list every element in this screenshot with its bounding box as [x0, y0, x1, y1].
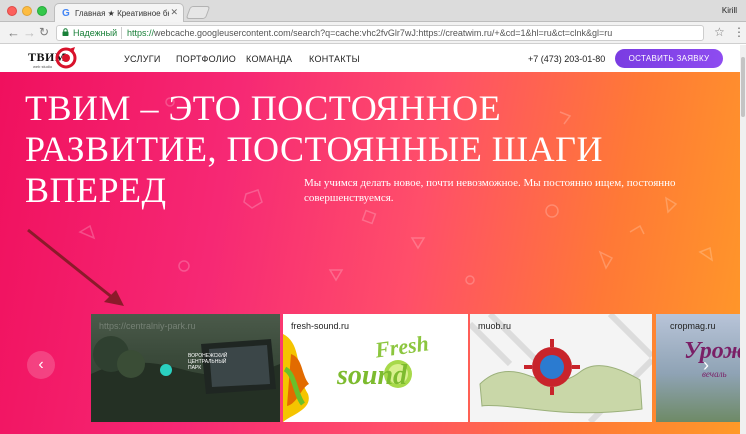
close-window-icon[interactable]: [7, 6, 17, 16]
back-icon[interactable]: ←: [7, 25, 20, 40]
nav-contacts[interactable]: КОНТАКТЫ: [309, 54, 360, 64]
chevron-left-icon: ‹: [38, 356, 44, 373]
phone-number[interactable]: +7 (473) 203-01-80: [528, 54, 605, 64]
close-tab-icon[interactable]: ✕: [170, 7, 178, 18]
nav-team[interactable]: КОМАНДА: [246, 54, 292, 64]
secure-label: Надежный: [73, 28, 118, 38]
google-favicon-icon: G: [62, 8, 70, 19]
browser-tab-bar: G Главная ★ Креативное бюро ✕ Kirill: [0, 0, 746, 23]
slide-url: fresh-sound.ru: [291, 321, 350, 331]
hero-subtitle: Мы учимся делать новое, почти невозможно…: [304, 177, 676, 204]
logo-circle-icon[interactable]: [55, 47, 77, 69]
nav-portfolio[interactable]: ПОРТФОЛИО: [176, 54, 236, 64]
url-rest: webcache.googleusercontent.com/search?q=…: [154, 28, 613, 38]
logo-subtitle: web studio: [33, 64, 53, 69]
url-divider: [121, 27, 122, 39]
portfolio-slide-park[interactable]: https://centralniy-park.ru ВОРОНЕЖСКИЙ Ц…: [91, 314, 280, 422]
browser-tab[interactable]: G Главная ★ Креативное бюро ✕: [54, 3, 184, 23]
slider-next-button[interactable]: ›: [697, 352, 715, 378]
maximize-window-icon[interactable]: [37, 6, 47, 16]
chevron-right-icon: ›: [703, 355, 709, 375]
forward-icon[interactable]: →: [23, 25, 36, 40]
annotation-arrow-icon: [27, 228, 124, 306]
url-text[interactable]: https://webcache.googleusercontent.com/s…: [127, 28, 697, 38]
profile-name[interactable]: Kirill: [722, 6, 737, 15]
hero-title-line: ТВИМ – ЭТО ПОСТОЯННОЕ: [25, 88, 502, 128]
request-button[interactable]: ОСТАВИТЬ ЗАЯВКУ: [615, 49, 723, 68]
nav-services[interactable]: УСЛУГИ: [124, 54, 161, 64]
new-tab-button[interactable]: [185, 6, 211, 19]
url-scheme: https://: [127, 28, 155, 38]
page-scrollbar[interactable]: [740, 45, 746, 434]
hero-title-line: РАЗВИТИЕ, ПОСТОЯННЫЕ ШАГИ: [25, 129, 603, 169]
bookmark-star-icon[interactable]: ☆: [714, 25, 725, 39]
minimize-window-icon[interactable]: [22, 6, 32, 16]
scrollbar-thumb[interactable]: [741, 57, 745, 117]
more-menu-icon[interactable]: ⋮: [733, 26, 745, 38]
lock-icon: [62, 28, 69, 36]
slide-url: muob.ru: [478, 321, 512, 331]
portfolio-slide-fresh-sound[interactable]: fresh-sound.ru Fresh sound: [283, 314, 468, 422]
slide-url: https://centralniy-park.ru: [99, 321, 196, 331]
fresh-sound-logo-bottom: sound: [337, 360, 408, 391]
browser-toolbar: ← → ↻ Надежный https://webcache.googleus…: [0, 22, 746, 44]
portfolio-slide-muob[interactable]: muob.ru: [470, 314, 652, 422]
tab-title: Главная ★ Креативное бюро: [75, 9, 169, 18]
reload-icon[interactable]: ↻: [39, 25, 49, 40]
address-bar[interactable]: Надежный https://webcache.googleusercont…: [56, 25, 704, 41]
slide-url: cropmag.ru: [670, 321, 716, 331]
slider-prev-button[interactable]: ‹: [27, 351, 55, 379]
site-header: ТВИМ web studio УСЛУГИ ПОРТФОЛИО КОМАНДА…: [0, 45, 746, 72]
park-logo-caption: ВОРОНЕЖСКИЙ ЦЕНТРАЛЬНЫЙ ПАРК: [188, 353, 228, 371]
